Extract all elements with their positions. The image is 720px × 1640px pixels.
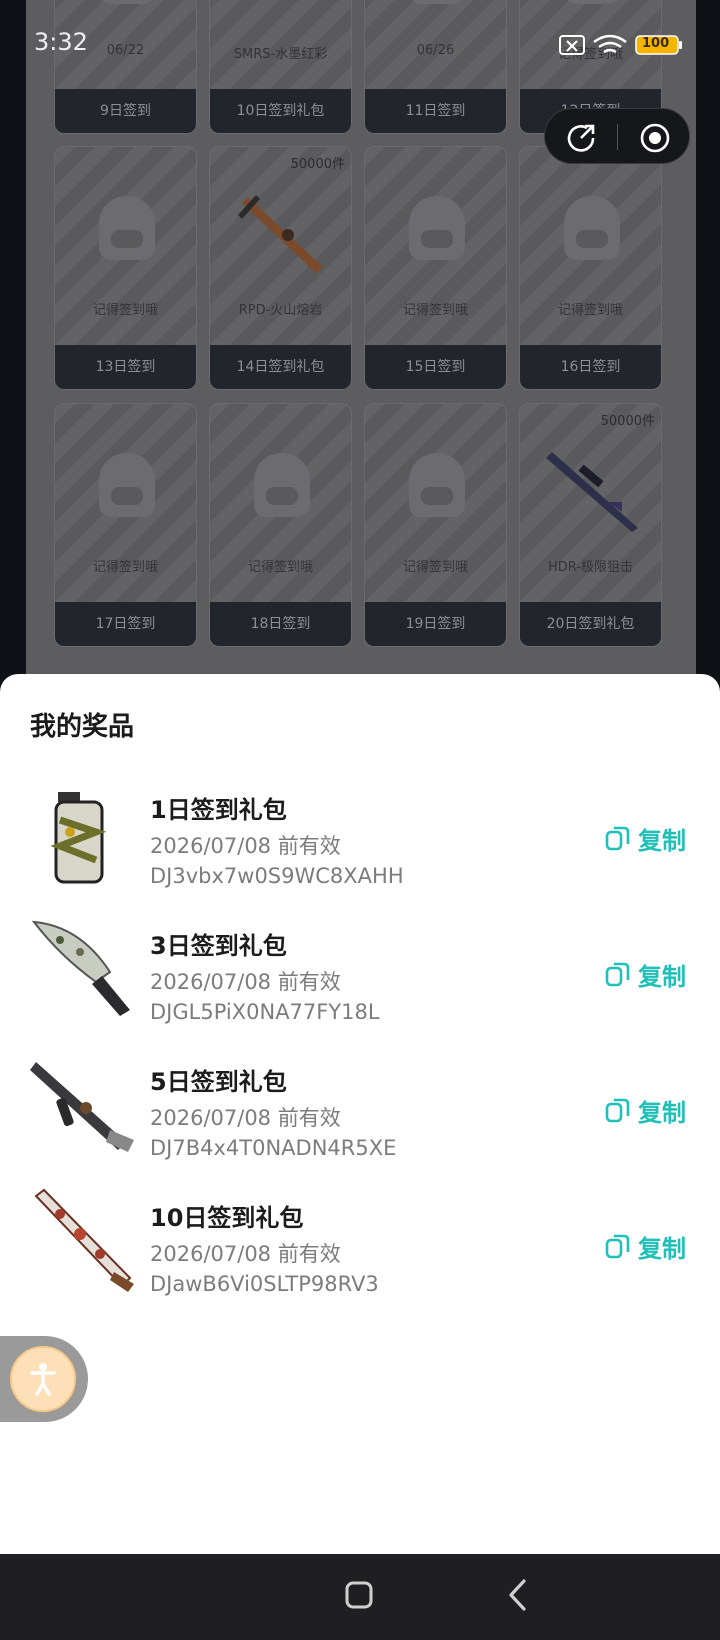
prize-name: 10日签到礼包 xyxy=(150,1204,304,1232)
accessibility-float-button[interactable] xyxy=(0,1336,88,1422)
my-prizes-sheet: 我的奖品 1日签到礼包 2026/07/08 前有效 DJ3vbx7w0S9WC… xyxy=(0,674,720,1554)
copy-icon xyxy=(605,962,630,987)
copy-label: 复制 xyxy=(638,826,686,855)
card-caption: HDR-极限狙击 xyxy=(548,560,633,575)
card-caption: 记得签到哦 xyxy=(92,560,158,575)
card-label: 10日签到礼包 xyxy=(210,89,351,133)
knife-icon xyxy=(31,920,130,1016)
copy-button[interactable]: 复制 xyxy=(604,820,686,856)
card-caption: 记得签到哦 xyxy=(92,303,158,318)
card-label: 14日签到礼包 xyxy=(210,345,351,389)
calendar-background: 06/22 9日签到 SMRS-水墨红彩 10日签到礼包 06/26 11日签到… xyxy=(26,0,696,700)
mascot-placeholder-icon xyxy=(99,453,155,517)
copy-label: 复制 xyxy=(638,1098,686,1127)
mascot-placeholder-icon xyxy=(564,196,620,260)
home-icon[interactable] xyxy=(344,1580,374,1610)
stock-badge: 50000件 xyxy=(290,157,345,172)
calendar-card[interactable]: 记得签到哦 15日签到 xyxy=(364,146,507,390)
prize-name: 3日签到礼包 xyxy=(150,932,287,960)
prize-expiry: 2026/07/08 前有效 xyxy=(150,1106,341,1130)
prize-name: 1日签到礼包 xyxy=(150,796,287,824)
card-label: 9日签到 xyxy=(55,89,196,133)
launcher-icon xyxy=(34,1188,134,1292)
copy-button[interactable]: 复制 xyxy=(604,956,686,992)
mini-program-capsule xyxy=(544,108,690,164)
prize-code[interactable]: DJ3vbx7w0S9WC8XAHH xyxy=(150,864,404,888)
copy-icon xyxy=(605,826,630,851)
card-label: 11日签到 xyxy=(365,89,506,133)
copy-label: 复制 xyxy=(638,1234,686,1263)
accessibility-icon xyxy=(30,1363,56,1396)
status-bar: 3:32 100 xyxy=(0,0,720,90)
copy-icon xyxy=(605,1234,630,1259)
prize-name: 5日签到礼包 xyxy=(150,1068,287,1096)
card-caption: 记得签到哦 xyxy=(402,303,468,318)
smg-icon xyxy=(30,1062,134,1152)
card-label: 20日签到礼包 xyxy=(520,602,661,646)
mascot-placeholder-icon xyxy=(99,196,155,260)
stock-badge: 50000件 xyxy=(600,414,655,429)
mascot-placeholder-icon xyxy=(409,196,465,260)
card-label: 17日签到 xyxy=(55,602,196,646)
sheet-title: 我的奖品 xyxy=(30,712,135,742)
share-icon[interactable] xyxy=(565,122,597,154)
status-icons: 100 xyxy=(558,30,688,60)
card-caption: 记得签到哦 xyxy=(557,303,623,318)
sniper-rifle-icon xyxy=(546,452,638,532)
calendar-card[interactable]: 记得签到哦 19日签到 xyxy=(364,403,507,647)
copy-label: 复制 xyxy=(638,962,686,991)
status-time: 3:32 xyxy=(34,28,88,56)
mascot-placeholder-icon xyxy=(254,453,310,517)
close-target-icon[interactable] xyxy=(639,122,671,154)
calendar-card[interactable]: 记得签到哦 17日签到 xyxy=(54,403,197,647)
card-label: 13日签到 xyxy=(55,345,196,389)
card-label: 15日签到 xyxy=(365,345,506,389)
prize-item: 1日签到礼包 2026/07/08 前有效 DJ3vbx7w0S9WC8XAHH… xyxy=(0,780,720,904)
prize-code[interactable]: DJawB6Vi0SLTP98RV3 xyxy=(150,1272,379,1296)
capsule-divider xyxy=(617,124,618,150)
accessibility-button-inner xyxy=(10,1346,76,1412)
prize-item: 5日签到礼包 2026/07/08 前有效 DJ7B4x4T0NADN4R5XE… xyxy=(0,1052,720,1176)
no-sim-icon xyxy=(559,35,585,55)
mascot-placeholder-icon xyxy=(409,453,465,517)
card-caption: 记得签到哦 xyxy=(247,560,313,575)
prize-code[interactable]: DJGL5PiX0NA77FY18L xyxy=(150,1000,380,1024)
card-caption: 记得签到哦 xyxy=(402,560,468,575)
prize-item: 10日签到礼包 2026/07/08 前有效 DJawB6Vi0SLTP98RV… xyxy=(0,1188,720,1312)
prize-expiry: 2026/07/08 前有效 xyxy=(150,834,341,858)
prize-expiry: 2026/07/08 前有效 xyxy=(150,970,341,994)
calendar-card[interactable]: 记得签到哦 16日签到 xyxy=(519,146,662,390)
card-caption: RPD-火山熔岩 xyxy=(238,303,323,318)
machine-gun-icon xyxy=(238,195,323,273)
prize-item: 3日签到礼包 2026/07/08 前有效 DJGL5PiX0NA77FY18L… xyxy=(0,916,720,1040)
system-navigation-bar xyxy=(0,1554,720,1640)
calendar-card[interactable]: 50000件 HDR-极限狙击 20日签到礼包 xyxy=(519,403,662,647)
copy-button[interactable]: 复制 xyxy=(604,1092,686,1128)
back-icon[interactable] xyxy=(506,1578,530,1612)
calendar-card[interactable]: 记得签到哦 18日签到 xyxy=(209,403,352,647)
copy-button[interactable]: 复制 xyxy=(604,1228,686,1264)
card-label: 16日签到 xyxy=(520,345,661,389)
calendar-card[interactable]: 50000件 RPD-火山熔岩 14日签到礼包 xyxy=(209,146,352,390)
copy-icon xyxy=(605,1098,630,1123)
card-label: 19日签到 xyxy=(365,602,506,646)
battery-level: 100 xyxy=(642,36,670,51)
prize-expiry: 2026/07/08 前有效 xyxy=(150,1242,341,1266)
calendar-card[interactable]: 记得签到哦 13日签到 xyxy=(54,146,197,390)
grenade-icon xyxy=(50,792,107,884)
wifi-icon xyxy=(593,34,627,54)
prize-code[interactable]: DJ7B4x4T0NADN4R5XE xyxy=(150,1136,396,1160)
card-label: 18日签到 xyxy=(210,602,351,646)
